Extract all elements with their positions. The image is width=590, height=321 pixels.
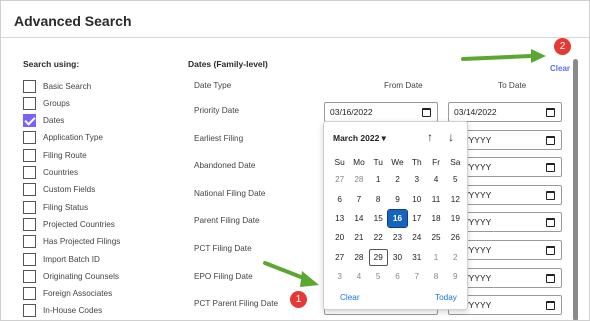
calendar-weeks: 27 28 1 2 3 4 5 6 7 8 9 10 11 12 13 14 15 16 17 18 19 20 21 22 2…	[330, 170, 465, 286]
calendar-day[interactable]: 12	[446, 191, 465, 208]
calendar-day[interactable]: 28	[349, 249, 368, 266]
calendar-day[interactable]: 11	[426, 191, 445, 208]
calendar-day[interactable]: 19	[446, 210, 465, 227]
weekday-label: Fr	[432, 157, 440, 167]
advanced-search-dialog: Advanced Search Search using: Dates (Fam…	[0, 0, 590, 321]
calendar-day[interactable]: 8	[369, 191, 388, 208]
date-picker-popup: March 2022 ▾ ↑ ↓ Su Mo Tu We Th Fr Sa 27 28 1 2 3 4…	[323, 121, 468, 310]
weekday-label: We	[391, 157, 404, 167]
month-year-selector[interactable]: March 2022 ▾	[333, 133, 386, 144]
calendar-day[interactable]: 21	[349, 229, 368, 246]
calendar-day[interactable]: 3	[407, 171, 426, 188]
calendar-day[interactable]: 1	[369, 171, 388, 188]
calendar-day[interactable]: 1	[426, 249, 445, 266]
calendar-day[interactable]: 4	[349, 268, 368, 285]
calendar-day[interactable]: 18	[426, 210, 445, 227]
calendar-day[interactable]: 7	[407, 268, 426, 285]
calendar-day[interactable]: 7	[349, 191, 368, 208]
calendar-day[interactable]: 13	[330, 210, 349, 227]
picker-clear-button[interactable]: Clear	[340, 293, 360, 302]
calendar-day[interactable]: 6	[330, 191, 349, 208]
arrow-up-icon[interactable]: ↑	[427, 130, 433, 144]
calendar-day[interactable]: 8	[426, 268, 445, 285]
weekday-header: Su Mo Tu We Th Fr Sa	[330, 157, 465, 170]
arrow-down-icon[interactable]: ↓	[448, 130, 454, 144]
calendar-day[interactable]: 27	[330, 249, 349, 266]
calendar-day[interactable]: 28	[349, 171, 368, 188]
calendar-day[interactable]: 9	[388, 191, 407, 208]
calendar-week: 6 7 8 9 10 11 12	[330, 189, 465, 208]
calendar-day[interactable]: 24	[407, 229, 426, 246]
calendar-day[interactable]: 27	[330, 171, 349, 188]
weekday-label: Mo	[353, 157, 365, 167]
calendar-day[interactable]: 30	[388, 249, 407, 266]
weekday-label: Sa	[450, 157, 461, 167]
calendar-week: 27 28 29 30 31 1 2	[330, 248, 465, 267]
calendar-day[interactable]: 6	[388, 268, 407, 285]
calendar-day[interactable]: 26	[446, 229, 465, 246]
calendar-day[interactable]: 5	[446, 171, 465, 188]
calendar-day[interactable]: 20	[330, 229, 349, 246]
calendar-week: 27 28 1 2 3 4 5	[330, 170, 465, 189]
calendar-day[interactable]: 15	[369, 210, 388, 227]
calendar-week: 20 21 22 23 24 25 26	[330, 228, 465, 247]
arrow-to-picker-clear	[263, 261, 319, 287]
weekday-label: Su	[334, 157, 345, 167]
calendar-day[interactable]: 17	[407, 210, 426, 227]
calendar-day[interactable]: 22	[369, 229, 388, 246]
calendar-day[interactable]: 3	[330, 268, 349, 285]
calendar-grid: Su Mo Tu We Th Fr Sa 27 28 1 2 3 4 5 6 7 8 9 10 11 12 13 14 15…	[330, 157, 465, 286]
calendar-day[interactable]: 2	[446, 249, 465, 266]
calendar-day[interactable]: 2	[388, 171, 407, 188]
calendar-day[interactable]: 16	[386, 208, 409, 228]
calendar-week: 13 14 15 16 17 18 19	[330, 208, 465, 228]
annotation-arrows	[263, 49, 546, 287]
calendar-day[interactable]: 14	[349, 210, 368, 227]
calendar-week: 3456789	[330, 267, 465, 286]
calendar-day[interactable]: 23	[388, 229, 407, 246]
calendar-day[interactable]: 4	[426, 171, 445, 188]
calendar-day[interactable]: 10	[407, 191, 426, 208]
calendar-day[interactable]: 9	[446, 268, 465, 285]
calendar-day[interactable]: 5	[369, 268, 388, 285]
weekday-label: Tu	[373, 157, 383, 167]
calendar-day[interactable]: 25	[426, 229, 445, 246]
picker-today-button[interactable]: Today	[435, 293, 457, 302]
calendar-day[interactable]: 29	[368, 248, 388, 266]
annotation-badge-1: 1	[290, 291, 307, 308]
weekday-label: Th	[411, 157, 422, 167]
annotation-badge-2: 2	[554, 38, 571, 55]
calendar-day[interactable]: 31	[407, 249, 426, 266]
arrow-to-clear	[461, 49, 546, 63]
